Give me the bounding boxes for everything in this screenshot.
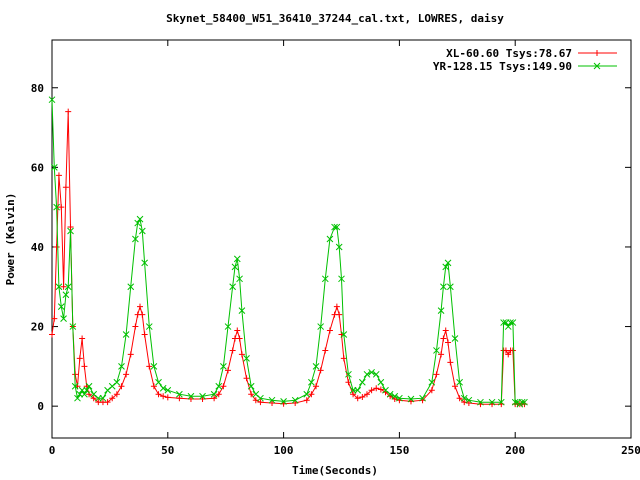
legend-label: YR-128.15 Tsys:149.90 xyxy=(433,60,572,73)
data-point xyxy=(55,172,62,179)
series-layer xyxy=(48,96,528,408)
data-point xyxy=(433,371,440,378)
x-tick-label: 50 xyxy=(161,444,174,457)
data-point xyxy=(359,394,366,401)
data-point xyxy=(127,351,134,358)
plot-frame xyxy=(51,39,632,439)
data-point xyxy=(65,108,72,115)
y-axis-label: Power (Kelvin) xyxy=(4,193,17,286)
series-2 xyxy=(48,96,528,408)
data-point xyxy=(440,335,447,342)
legend-marker xyxy=(594,50,600,56)
y-tick-label: 80 xyxy=(31,82,44,95)
y-tick-label: 40 xyxy=(31,241,44,254)
x-tick-label: 150 xyxy=(389,444,409,457)
chart-title: Skynet_58400_W51_36410_37244_cal.txt, LO… xyxy=(166,12,504,25)
x-tick-label: 200 xyxy=(505,444,525,457)
legend-label: XL-60.60 Tsys:78.67 xyxy=(446,47,572,60)
data-point xyxy=(336,311,343,318)
data-point xyxy=(155,378,162,386)
data-point xyxy=(377,378,385,386)
data-point xyxy=(62,184,69,191)
data-point xyxy=(132,323,139,330)
series-line xyxy=(51,99,525,405)
data-point xyxy=(113,378,121,386)
legend: XL-60.60 Tsys:78.67YR-128.15 Tsys:149.90 xyxy=(433,47,617,73)
data-point xyxy=(164,394,171,401)
data-point xyxy=(234,327,241,334)
data-point xyxy=(243,375,250,382)
data-point xyxy=(53,243,60,250)
data-point xyxy=(137,303,144,310)
data-point xyxy=(333,303,340,310)
data-point xyxy=(322,347,329,354)
data-point xyxy=(76,355,83,362)
data-point xyxy=(447,359,454,366)
data-point xyxy=(358,378,366,386)
x-tick-label: 0 xyxy=(49,444,56,457)
data-point xyxy=(442,327,449,334)
x-axis-label: Time(Seconds) xyxy=(292,464,378,477)
data-point xyxy=(49,331,55,338)
y-tick-label: 60 xyxy=(31,161,44,174)
data-point xyxy=(123,371,130,378)
chart: Skynet_58400_W51_36410_37244_cal.txt, LO… xyxy=(4,12,640,477)
data-point xyxy=(229,347,236,354)
x-axis: 0 50 100 150 200 250 xyxy=(49,40,640,457)
data-point xyxy=(308,378,315,386)
x-tick-label: 250 xyxy=(621,444,640,457)
data-point xyxy=(326,327,333,334)
y-tick-label: 20 xyxy=(31,321,44,334)
data-point xyxy=(139,311,146,318)
data-point xyxy=(79,335,86,342)
data-point xyxy=(141,331,148,338)
data-point xyxy=(236,335,243,342)
y-axis: 0 20 40 60 80 xyxy=(31,82,631,413)
y-tick-label: 0 xyxy=(37,400,44,413)
data-point xyxy=(445,339,452,346)
x-tick-label: 100 xyxy=(274,444,294,457)
data-point xyxy=(81,363,88,370)
series-1 xyxy=(49,108,528,408)
